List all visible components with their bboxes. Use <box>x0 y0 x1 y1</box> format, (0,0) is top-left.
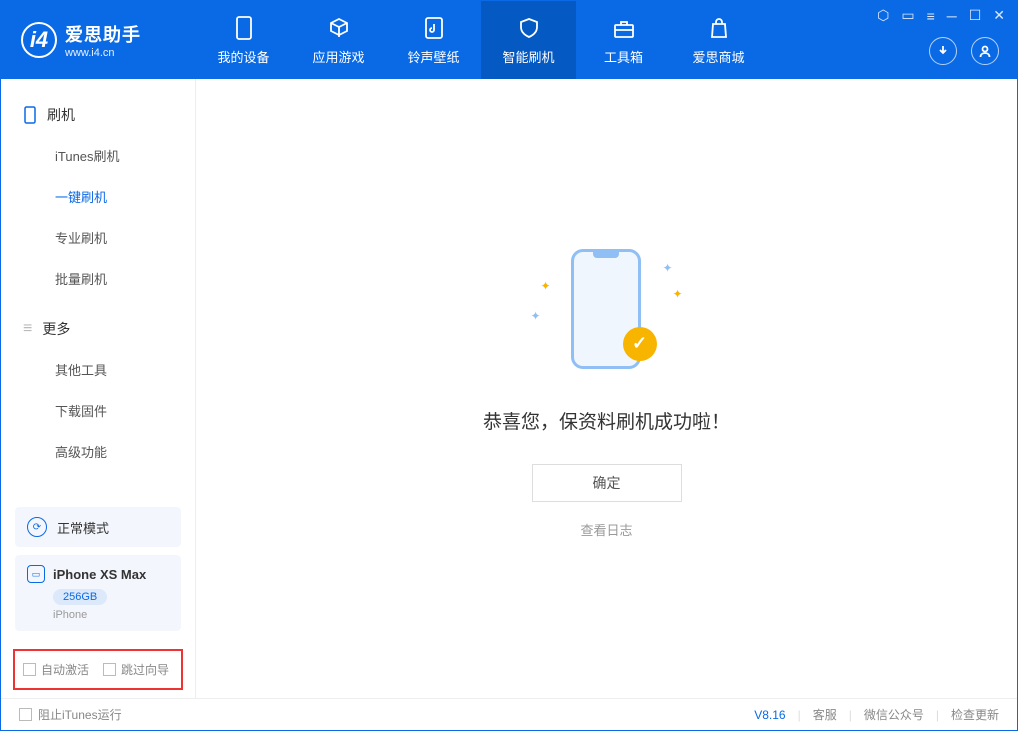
tab-label: 我的设备 <box>217 47 269 66</box>
app-logo-icon: i4 <box>21 22 57 58</box>
list-icon: ≡ <box>23 320 32 338</box>
checkbox-icon <box>23 663 36 676</box>
sidebar-section-more: ≡ 更多 <box>1 309 195 349</box>
sidebar: 刷机 iTunes刷机 一键刷机 专业刷机 批量刷机 ≡ 更多 其他工具 下载固… <box>1 79 196 698</box>
sidebar-item-itunes-flash[interactable]: iTunes刷机 <box>1 135 195 176</box>
view-log-link[interactable]: 查看日志 <box>580 520 632 539</box>
phone-small-icon: ▭ <box>27 565 45 583</box>
tab-toolbox[interactable]: 工具箱 <box>576 1 671 79</box>
logo-text: 爱思助手 www.i4.cn <box>65 21 141 59</box>
checkbox-block-itunes[interactable]: 阻止iTunes运行 <box>19 706 122 723</box>
close-button[interactable]: ✕ <box>993 7 1005 24</box>
device-name: iPhone XS Max <box>53 567 146 582</box>
tab-label: 应用游戏 <box>312 47 364 66</box>
user-button[interactable] <box>971 37 999 65</box>
checkbox-label: 自动激活 <box>41 661 89 678</box>
sidebar-item-other-tools[interactable]: 其他工具 <box>1 349 195 390</box>
cube-icon <box>326 15 352 41</box>
success-check-icon: ✓ <box>623 327 657 361</box>
shirt-icon[interactable]: ⬡ <box>877 7 889 24</box>
checkbox-label: 阻止iTunes运行 <box>38 706 122 723</box>
phone-notch <box>593 252 619 258</box>
device-box[interactable]: ▭ iPhone XS Max 256GB iPhone <box>15 555 181 631</box>
success-message: 恭喜您，保资料刷机成功啦！ <box>483 407 730 434</box>
mode-box[interactable]: ⟳ 正常模式 <box>15 507 181 547</box>
app-subtitle: www.i4.cn <box>65 47 141 59</box>
checkbox-label: 跳过向导 <box>121 661 169 678</box>
sparkle-icon: ✦ <box>662 261 672 275</box>
mode-label: 正常模式 <box>57 518 109 537</box>
music-file-icon <box>421 15 447 41</box>
list-icon[interactable]: ≡ <box>927 8 935 24</box>
device-type: iPhone <box>53 609 169 621</box>
tab-my-device[interactable]: 我的设备 <box>196 1 291 79</box>
download-button[interactable] <box>929 37 957 65</box>
checkbox-auto-activate[interactable]: 自动激活 <box>23 661 89 678</box>
success-illustration: ✦ ✦ ✦ ✦ ✓ <box>527 239 687 379</box>
section-title: 更多 <box>42 319 70 339</box>
tab-ringtone-wallpaper[interactable]: 铃声壁纸 <box>386 1 481 79</box>
checkbox-icon <box>19 708 32 721</box>
sparkle-icon: ✦ <box>541 279 551 293</box>
main-content: ✦ ✦ ✦ ✦ ✓ 恭喜您，保资料刷机成功啦！ 确定 查看日志 <box>196 79 1017 698</box>
checkbox-skip-guide[interactable]: 跳过向导 <box>103 661 169 678</box>
section-title: 刷机 <box>47 105 75 125</box>
tab-label: 智能刷机 <box>502 47 554 66</box>
app-body: 刷机 iTunes刷机 一键刷机 专业刷机 批量刷机 ≡ 更多 其他工具 下载固… <box>1 79 1017 698</box>
tab-label: 爱思商城 <box>692 47 744 66</box>
tab-store[interactable]: 爱思商城 <box>671 1 766 79</box>
minimize-button[interactable]: ─ <box>947 8 957 24</box>
sync-icon: ⟳ <box>27 517 47 537</box>
device-icon <box>231 15 257 41</box>
ok-button[interactable]: 确定 <box>532 464 682 502</box>
tab-label: 工具箱 <box>604 47 643 66</box>
wechat-link[interactable]: 微信公众号 <box>864 706 924 723</box>
logo-area: i4 爱思助手 www.i4.cn <box>1 1 196 79</box>
tab-apps-games[interactable]: 应用游戏 <box>291 1 386 79</box>
sidebar-item-batch-flash[interactable]: 批量刷机 <box>1 258 195 299</box>
sidebar-item-pro-flash[interactable]: 专业刷机 <box>1 217 195 258</box>
app-title: 爱思助手 <box>65 21 141 47</box>
maximize-button[interactable]: ☐ <box>969 7 982 24</box>
bag-icon <box>706 15 732 41</box>
phone-icon <box>23 106 37 124</box>
highlighted-checkbox-row: 自动激活 跳过向导 <box>13 649 183 690</box>
check-update-link[interactable]: 检查更新 <box>951 706 999 723</box>
sidebar-item-download-firmware[interactable]: 下载固件 <box>1 390 195 431</box>
sidebar-item-oneclick-flash[interactable]: 一键刷机 <box>1 176 195 217</box>
app-header: i4 爱思助手 www.i4.cn 我的设备 应用游戏 铃声壁纸 智能刷机 工具… <box>1 1 1017 79</box>
support-link[interactable]: 客服 <box>813 706 837 723</box>
device-storage-badge: 256GB <box>53 589 107 605</box>
tab-smart-flash[interactable]: 智能刷机 <box>481 1 576 79</box>
version-label: V8.16 <box>754 708 785 722</box>
tab-label: 铃声壁纸 <box>407 47 459 66</box>
sidebar-item-advanced[interactable]: 高级功能 <box>1 431 195 472</box>
sidebar-section-flash: 刷机 <box>1 95 195 135</box>
menu-icon[interactable]: ▭ <box>901 7 914 24</box>
sparkle-icon: ✦ <box>531 309 541 323</box>
checkbox-icon <box>103 663 116 676</box>
header-actions <box>929 37 999 65</box>
shield-icon <box>516 15 542 41</box>
footer-right: V8.16 | 客服 | 微信公众号 | 检查更新 <box>754 706 999 723</box>
footer: 阻止iTunes运行 V8.16 | 客服 | 微信公众号 | 检查更新 <box>1 698 1017 730</box>
toolbox-icon <box>611 15 637 41</box>
window-controls: ⬡ ▭ ≡ ─ ☐ ✕ <box>877 7 1005 24</box>
sparkle-icon: ✦ <box>672 287 682 301</box>
